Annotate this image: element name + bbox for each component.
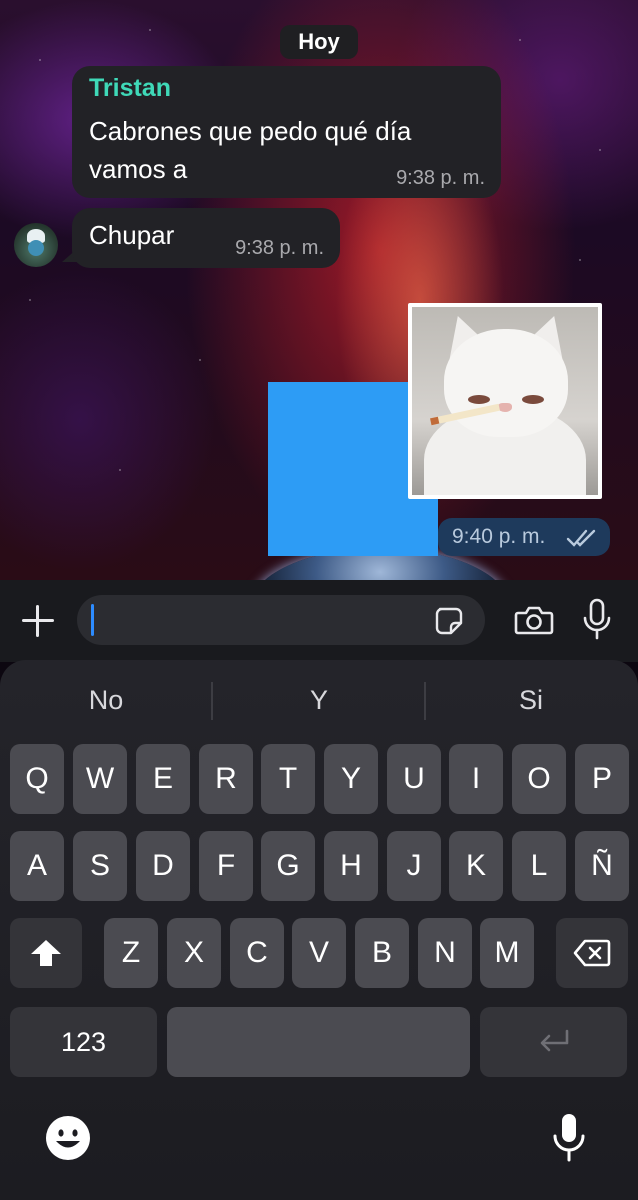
key-b[interactable]: B — [355, 918, 409, 988]
plus-icon[interactable] — [20, 603, 56, 639]
mic-icon[interactable] — [582, 598, 612, 640]
key-w[interactable]: W — [73, 744, 127, 814]
suggestion-divider — [424, 682, 426, 720]
key-j[interactable]: J — [387, 831, 441, 901]
return-icon — [540, 1029, 568, 1052]
key-p[interactable]: P — [575, 744, 629, 814]
backspace-icon — [573, 939, 611, 967]
key-a[interactable]: A — [10, 831, 64, 901]
suggestion-divider — [211, 682, 213, 720]
return-key[interactable] — [480, 1007, 627, 1077]
key-c[interactable]: C — [230, 918, 284, 988]
key-n[interactable]: N — [418, 918, 472, 988]
message-time: 9:38 p. m. — [235, 237, 324, 259]
suggestion-item[interactable]: Si — [461, 685, 601, 716]
suggestion-item[interactable]: No — [36, 685, 176, 716]
cat-nose — [498, 403, 512, 412]
key-m[interactable]: M — [480, 918, 534, 988]
key-s[interactable]: S — [73, 831, 127, 901]
key-f[interactable]: F — [199, 831, 253, 901]
message-time: 9:38 p. m. — [396, 167, 485, 189]
suggestion-item[interactable]: Y — [249, 685, 389, 716]
message-input[interactable] — [77, 595, 485, 645]
double-check-icon — [566, 529, 596, 547]
key-r[interactable]: R — [199, 744, 253, 814]
message-bubble-incoming[interactable]: Tristan Cabrones que pedo qué día vamos … — [72, 66, 501, 198]
key-o[interactable]: O — [512, 744, 566, 814]
key-t[interactable]: T — [261, 744, 315, 814]
key-y[interactable]: Y — [324, 744, 378, 814]
key-e[interactable]: E — [136, 744, 190, 814]
space-key[interactable] — [167, 1007, 470, 1077]
cat-eye — [468, 395, 490, 404]
message-bubble-incoming[interactable]: Chupar 9:38 p. m. — [72, 208, 340, 268]
cat-eye — [522, 395, 544, 404]
backspace-key[interactable] — [556, 918, 628, 988]
sticker-icon[interactable] — [434, 606, 464, 636]
cat-photo[interactable] — [412, 307, 598, 495]
key-i[interactable]: I — [449, 744, 503, 814]
key-d[interactable]: D — [136, 831, 190, 901]
message-time: 9:40 p. m. — [452, 525, 546, 548]
text-caret — [91, 604, 94, 636]
avatar-face — [28, 240, 44, 256]
cat-head — [444, 329, 568, 437]
message-sender: Tristan — [89, 74, 171, 102]
key-l[interactable]: L — [512, 831, 566, 901]
key-z[interactable]: Z — [104, 918, 158, 988]
avatar[interactable] — [14, 223, 58, 267]
key-g[interactable]: G — [261, 831, 315, 901]
numbers-key[interactable]: 123 — [10, 1007, 157, 1077]
message-bubble-outgoing[interactable]: 9:40 p. m. — [438, 518, 610, 556]
key-x[interactable]: X — [167, 918, 221, 988]
message-text: Chupar — [89, 220, 175, 250]
key-q[interactable]: Q — [10, 744, 64, 814]
dictation-mic-icon[interactable] — [552, 1112, 586, 1164]
key-v[interactable]: V — [292, 918, 346, 988]
date-separator: Hoy — [280, 25, 358, 59]
key-k[interactable]: K — [449, 831, 503, 901]
key-u[interactable]: U — [387, 744, 441, 814]
key-h[interactable]: H — [324, 831, 378, 901]
shift-key[interactable] — [10, 918, 82, 988]
emoji-icon[interactable] — [44, 1114, 92, 1162]
shift-icon — [31, 940, 61, 966]
key-n-tilde[interactable]: Ñ — [575, 831, 629, 901]
camera-icon[interactable] — [514, 604, 554, 636]
